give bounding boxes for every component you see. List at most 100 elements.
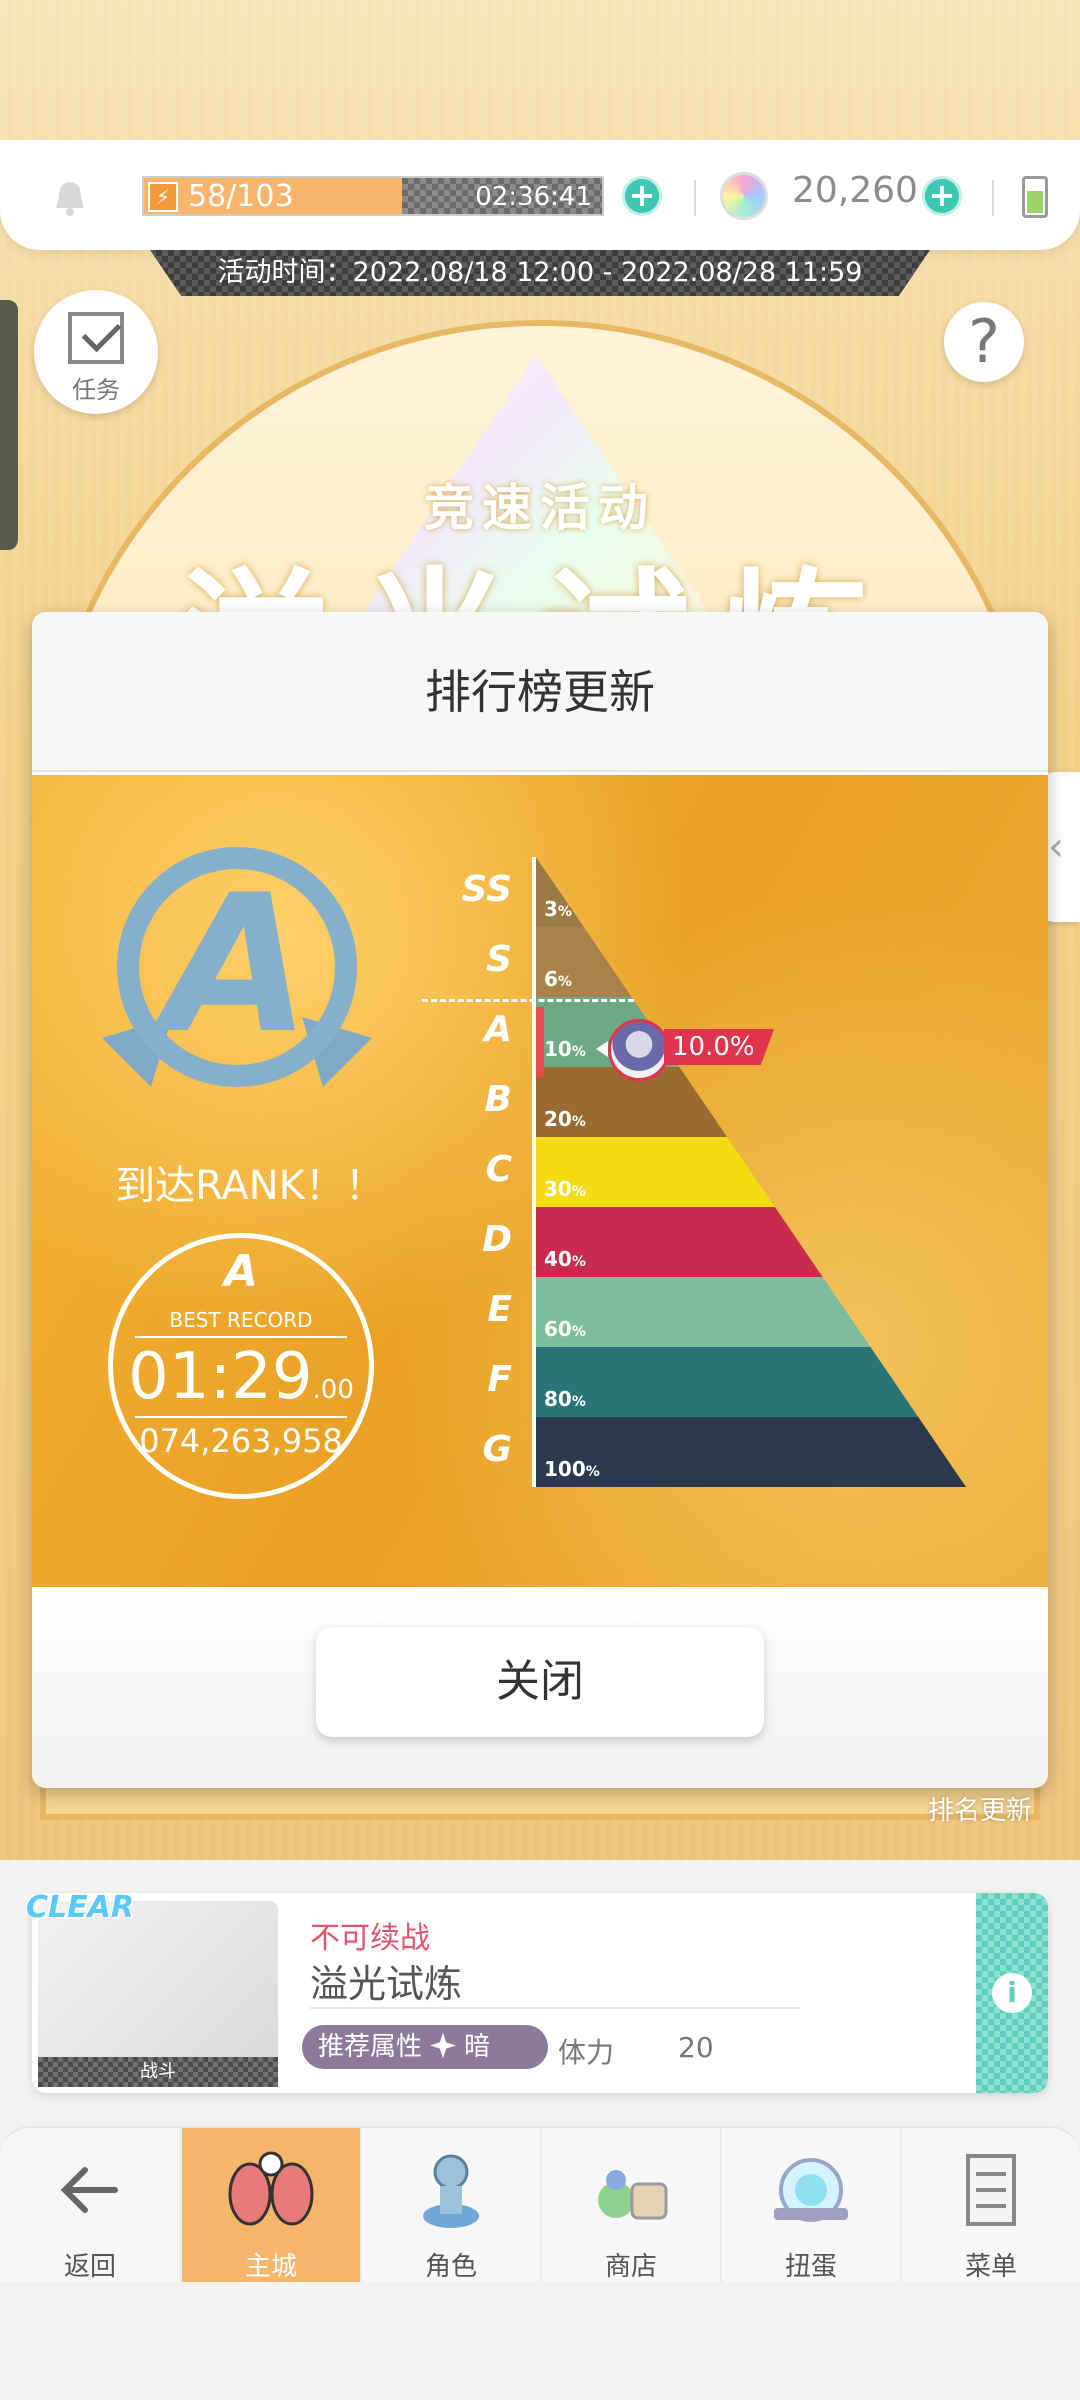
- clear-badge: CLEAR: [26, 1890, 134, 1925]
- event-time-banner: 活动时间：2022.08/18 12:00 - 2022.08/28 11:59: [150, 250, 930, 296]
- nav-gacha[interactable]: 扭蛋: [720, 2128, 900, 2284]
- percent-label: 60%: [544, 1317, 586, 1341]
- pyramid-band-d: [536, 1207, 966, 1277]
- record-time: 01:29.00: [113, 1340, 369, 1414]
- shop-icon: [598, 2170, 668, 2220]
- top-status-bar: ⚡ 58/103 02:36:41 + 20,260 +: [0, 140, 1080, 250]
- nav-label: 扭蛋: [784, 2252, 837, 2282]
- nav-character[interactable]: 角色: [360, 2128, 540, 2284]
- rank-badge: A: [102, 847, 372, 1117]
- nav-shop[interactable]: 商店: [540, 2128, 720, 2284]
- stamina-timer: 02:36:41: [475, 182, 592, 212]
- gem-icon: [720, 172, 768, 220]
- info-icon[interactable]: i: [992, 1973, 1032, 2013]
- system-bottom-area: [0, 2282, 1080, 2400]
- current-rank-line: [422, 999, 634, 1002]
- lightning-icon: ⚡: [148, 182, 178, 212]
- percent-label: 6%: [544, 967, 572, 991]
- stage-thumbnail: 战斗: [38, 1901, 278, 2087]
- pyramid-band-f: [536, 1347, 966, 1417]
- record-time-main: 01:29: [128, 1340, 313, 1414]
- stamina-cost-label: 体力: [558, 2036, 615, 2069]
- rank-pyramid-chart: 10.0% SS 3% S 6% A 10% B 20% C 30% D 40% E 60% F 80% G 10…: [412, 857, 972, 1497]
- pyramid-axis: [532, 857, 536, 1487]
- nav-label: 角色: [424, 2252, 477, 2282]
- dialog-footer: 关闭: [32, 1587, 1048, 1788]
- current-rank-indicator: [536, 1007, 544, 1077]
- ranking-panel: A 到达RANK！！ A BEST RECORD 01:29.00 074,26…: [32, 775, 1048, 1587]
- stage-thumb-label: 战斗: [38, 2057, 278, 2087]
- gacha-icon: [774, 2158, 848, 2222]
- add-gem-button[interactable]: +: [922, 176, 962, 216]
- rank-badge-letter: A: [163, 854, 311, 1075]
- bell-icon[interactable]: [50, 178, 90, 218]
- percent-label: 80%: [544, 1387, 586, 1411]
- grade-label: D: [482, 1219, 512, 1260]
- pyramid-band-g: [536, 1417, 966, 1487]
- nav-label: 菜单: [964, 2252, 1017, 2282]
- home-wings-icon: [228, 2151, 314, 2226]
- checklist-icon: [68, 312, 124, 364]
- record-score: 074,263,958: [139, 1422, 343, 1460]
- player-avatar: [608, 1019, 670, 1081]
- marker-arrow-icon: [596, 1041, 608, 1057]
- record-rank: A: [223, 1246, 259, 1297]
- grade-label: SS: [461, 869, 512, 910]
- task-label: 任务: [72, 376, 120, 404]
- bottom-navigation: 返回 主城 角色 商店 扭蛋 菜单: [0, 2126, 1080, 2284]
- task-button[interactable]: 任务: [34, 290, 158, 414]
- dark-attribute-icon: [430, 2032, 457, 2059]
- grade-label: F: [487, 1359, 512, 1400]
- record-time-fraction: .00: [312, 1375, 354, 1405]
- grade-label: S: [486, 939, 512, 980]
- divider: [992, 180, 994, 216]
- attr-value: 暗: [464, 2032, 491, 2062]
- grade-label: A: [484, 1009, 512, 1050]
- pyramid-band-c: [536, 1137, 966, 1207]
- stamina-cost-value: 20: [678, 2031, 714, 2064]
- grade-label: G: [482, 1429, 512, 1470]
- percent-label: 10%: [544, 1037, 586, 1061]
- info-strip[interactable]: i: [976, 1893, 1048, 2093]
- stage-name: 溢光试炼: [310, 1962, 463, 2006]
- nav-back[interactable]: 返回: [0, 2128, 180, 2284]
- nav-label: 主城: [244, 2252, 297, 2282]
- add-stamina-button[interactable]: +: [622, 176, 662, 216]
- recommended-attribute: 推荐属性 暗: [302, 2025, 548, 2069]
- stage-card[interactable]: 战斗 不可续战 溢光试炼 推荐属性 暗 体力 20 i: [32, 1893, 1048, 2093]
- dialog-title: 排行榜更新: [32, 612, 1048, 772]
- pyramid-band-s: [536, 927, 966, 997]
- player-percentile: 10.0%: [664, 1029, 774, 1065]
- percent-label: 30%: [544, 1177, 586, 1201]
- percent-label: 3%: [544, 897, 572, 921]
- gem-count: 20,260: [792, 170, 918, 211]
- rank-reached-text: 到达RANK！！: [115, 1163, 385, 1209]
- stamina-bar: ⚡ 58/103 02:36:41: [142, 176, 604, 216]
- pyramid-bands: [536, 857, 966, 1487]
- battery-icon: [1022, 176, 1048, 218]
- pyramid-band-ss: [536, 857, 966, 927]
- nav-menu[interactable]: 菜单: [900, 2128, 1080, 2284]
- grade-label: C: [485, 1149, 512, 1190]
- help-button[interactable]: ?: [944, 302, 1024, 382]
- attr-label: 推荐属性: [318, 2032, 423, 2062]
- percent-label: 20%: [544, 1107, 586, 1131]
- close-button[interactable]: 关闭: [316, 1627, 764, 1737]
- nav-label: 商店: [604, 2252, 657, 2282]
- grade-label: E: [487, 1289, 512, 1330]
- ranking-update-dialog: 排行榜更新 A 到达RANK！！ A BEST RECORD 01:29.00 …: [32, 612, 1048, 1788]
- nav-home[interactable]: 主城: [180, 2128, 360, 2284]
- best-record: A BEST RECORD 01:29.00 074,263,958: [108, 1233, 374, 1499]
- divider: [694, 180, 696, 216]
- divider: [135, 1416, 347, 1418]
- stamina-value: 58/103: [188, 179, 294, 214]
- pyramid-band-b: [536, 1067, 966, 1137]
- divider: [135, 1336, 347, 1338]
- nav-label: 返回: [63, 2252, 116, 2282]
- rank-update-caption: 排名更新: [928, 1796, 1033, 1826]
- percent-label: 40%: [544, 1247, 586, 1271]
- grade-label: B: [484, 1079, 512, 1120]
- percent-label: 100%: [544, 1457, 600, 1481]
- menu-icon: [966, 2154, 1016, 2226]
- character-icon: [423, 2154, 479, 2228]
